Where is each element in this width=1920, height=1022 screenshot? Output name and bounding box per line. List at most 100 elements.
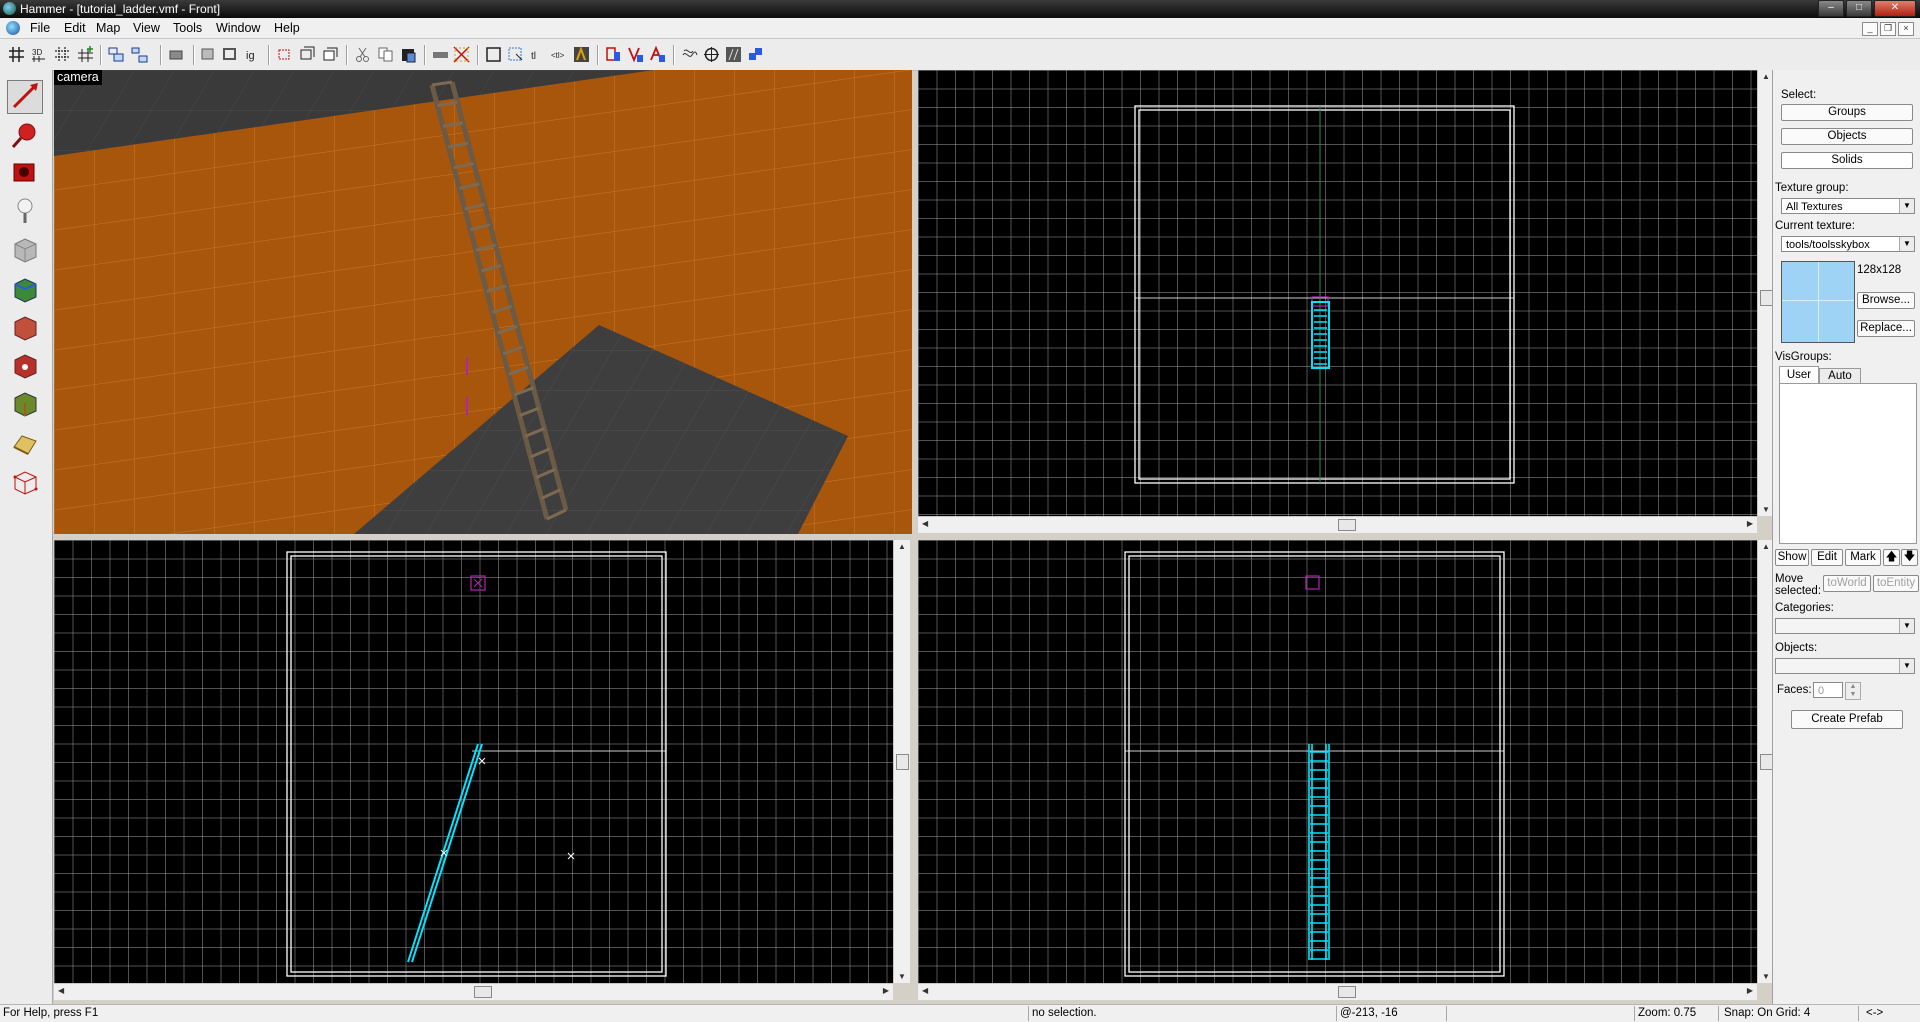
top-view-hscroll[interactable]: ◀ ▶: [918, 516, 1757, 533]
copy-icon[interactable]: [377, 46, 394, 63]
visgroup-show-button[interactable]: Show: [1775, 549, 1809, 566]
create-prefab-button[interactable]: Create Prefab: [1791, 710, 1903, 729]
mdi-close-button[interactable]: ×: [1898, 22, 1914, 36]
front-view-hscroll-thumb[interactable]: [1338, 986, 1356, 998]
status-selection: no selection.: [1032, 1007, 1097, 1019]
entity-tool-icon[interactable]: [7, 194, 43, 228]
window-close-button[interactable]: ✕: [1874, 0, 1916, 17]
select-solids-button[interactable]: Solids: [1781, 152, 1913, 169]
move-up-icon[interactable]: 🡅: [1883, 549, 1900, 566]
cut-icon[interactable]: [354, 46, 371, 63]
replace-button[interactable]: Replace...: [1857, 320, 1915, 337]
apply-texture-icon[interactable]: [7, 310, 43, 344]
browse-button[interactable]: Browse...: [1857, 292, 1915, 309]
magnify-tool-icon[interactable]: [7, 118, 43, 152]
block-tool-icon[interactable]: [7, 232, 43, 266]
clipping-tool-icon[interactable]: [7, 426, 43, 460]
chevron-down-icon: ▼: [1899, 199, 1914, 213]
document-icon[interactable]: [6, 21, 20, 35]
window-minimize-button[interactable]: –: [1818, 0, 1844, 17]
main-toolbar: 3D ig tl <tl>: [0, 39, 1920, 71]
select-icon[interactable]: [507, 46, 524, 63]
radius-icon[interactable]: [703, 46, 720, 63]
to-entity-button[interactable]: toEntity: [1873, 575, 1919, 592]
window-title: Hammer - [tutorial_ladder.vmf - Front]: [20, 2, 221, 16]
side-view-vscroll-thumb[interactable]: [896, 754, 909, 770]
select-groups-button[interactable]: Groups: [1781, 104, 1913, 121]
texture-group-select[interactable]: All Textures ▼: [1781, 198, 1915, 214]
menu-tools[interactable]: Tools: [173, 21, 202, 35]
chevron-down-icon: ▼: [1899, 619, 1914, 633]
visgroup-edit-button[interactable]: Edit: [1811, 549, 1843, 566]
select-objects-button[interactable]: Objects: [1781, 128, 1913, 145]
hide-icon[interactable]: [168, 46, 185, 63]
group-icon[interactable]: [108, 46, 125, 63]
toggle-texture-app-icon[interactable]: [7, 272, 43, 306]
side-view-geometry: [286, 551, 667, 977]
categories-label: Categories:: [1775, 602, 1834, 614]
vertex-tool-icon[interactable]: [7, 464, 43, 498]
side-view-vscroll[interactable]: ▲ ▼: [893, 540, 910, 983]
paste-icon[interactable]: [400, 46, 417, 63]
camera-render: [54, 70, 912, 534]
camera-viewport[interactable]: camera: [54, 70, 912, 534]
grid-plus-icon[interactable]: [77, 46, 94, 63]
menu-edit[interactable]: Edit: [64, 21, 86, 35]
cordon-box-icon[interactable]: [322, 46, 339, 63]
visgroup-mark-button[interactable]: Mark: [1845, 549, 1881, 566]
menu-bar: File Edit Map View Tools Window Help: [0, 18, 1920, 39]
faces-spinner[interactable]: ▲ ▼: [1845, 682, 1861, 700]
visgroups-tab-user[interactable]: User: [1779, 366, 1819, 384]
mdi-minimize-button[interactable]: _: [1862, 22, 1878, 36]
faces-input[interactable]: 0: [1813, 682, 1843, 698]
link-icon[interactable]: [747, 46, 764, 63]
snap-icon[interactable]: [453, 46, 470, 63]
top-2d-viewport[interactable]: [918, 70, 1757, 516]
flip-icon[interactable]: [627, 46, 644, 63]
ignore-groups-icon[interactable]: ig: [244, 46, 261, 63]
grid-toggle-icon[interactable]: [725, 46, 742, 63]
entity-icon[interactable]: [573, 46, 590, 63]
hollow-icon[interactable]: [222, 46, 239, 63]
selection-box-icon[interactable]: [485, 46, 502, 63]
categories-select[interactable]: ▼: [1775, 618, 1915, 634]
carve-icon[interactable]: [200, 46, 217, 63]
overlay-tool-icon[interactable]: [7, 386, 43, 420]
objects-select[interactable]: ▼: [1775, 658, 1915, 674]
side-view-hscroll[interactable]: ◀ ▶: [54, 983, 893, 1000]
to-world-button[interactable]: toWorld: [1823, 575, 1871, 592]
menu-window[interactable]: Window: [216, 21, 260, 35]
mdi-restore-button[interactable]: ❐: [1880, 22, 1896, 36]
svg-text:tl: tl: [531, 51, 536, 62]
current-texture-select[interactable]: tools/toolsskybox ▼: [1781, 236, 1915, 252]
menu-view[interactable]: View: [133, 21, 160, 35]
menu-help[interactable]: Help: [274, 21, 300, 35]
3d-grid-icon[interactable]: 3D: [31, 46, 48, 63]
side-2d-viewport[interactable]: [54, 540, 893, 983]
menu-file[interactable]: File: [30, 21, 50, 35]
ungroup-icon[interactable]: [131, 46, 148, 63]
texture-scale-icon[interactable]: tl: [529, 46, 546, 63]
dotted-grid-icon[interactable]: [54, 46, 71, 63]
front-view-hscroll[interactable]: ◀ ▶: [918, 983, 1757, 1000]
window-maximize-button[interactable]: □: [1846, 0, 1872, 17]
texture-lock-icon[interactable]: [432, 46, 449, 63]
top-view-hscroll-thumb[interactable]: [1338, 519, 1356, 531]
visgroups-list[interactable]: [1779, 383, 1917, 544]
cordon-edit-icon[interactable]: [299, 46, 316, 63]
move-down-icon[interactable]: 🡇: [1901, 549, 1918, 566]
apply-decal-icon[interactable]: [7, 348, 43, 382]
selection-tool-icon[interactable]: [7, 80, 43, 114]
sound-icon[interactable]: [681, 46, 698, 63]
cordon-icon[interactable]: [276, 46, 293, 63]
run-map-icon[interactable]: [649, 46, 666, 63]
grid-icon[interactable]: [8, 46, 25, 63]
camera-tool-icon[interactable]: [7, 156, 43, 190]
mdi-controls: _ ❐ ×: [1860, 22, 1914, 36]
front-2d-viewport[interactable]: [918, 540, 1757, 983]
menu-map[interactable]: Map: [96, 21, 120, 35]
visgroups-tab-auto[interactable]: Auto: [1819, 368, 1861, 384]
check-icon[interactable]: [605, 46, 622, 63]
vertex-icon[interactable]: <tl>: [551, 46, 568, 63]
side-view-hscroll-thumb[interactable]: [474, 986, 492, 998]
